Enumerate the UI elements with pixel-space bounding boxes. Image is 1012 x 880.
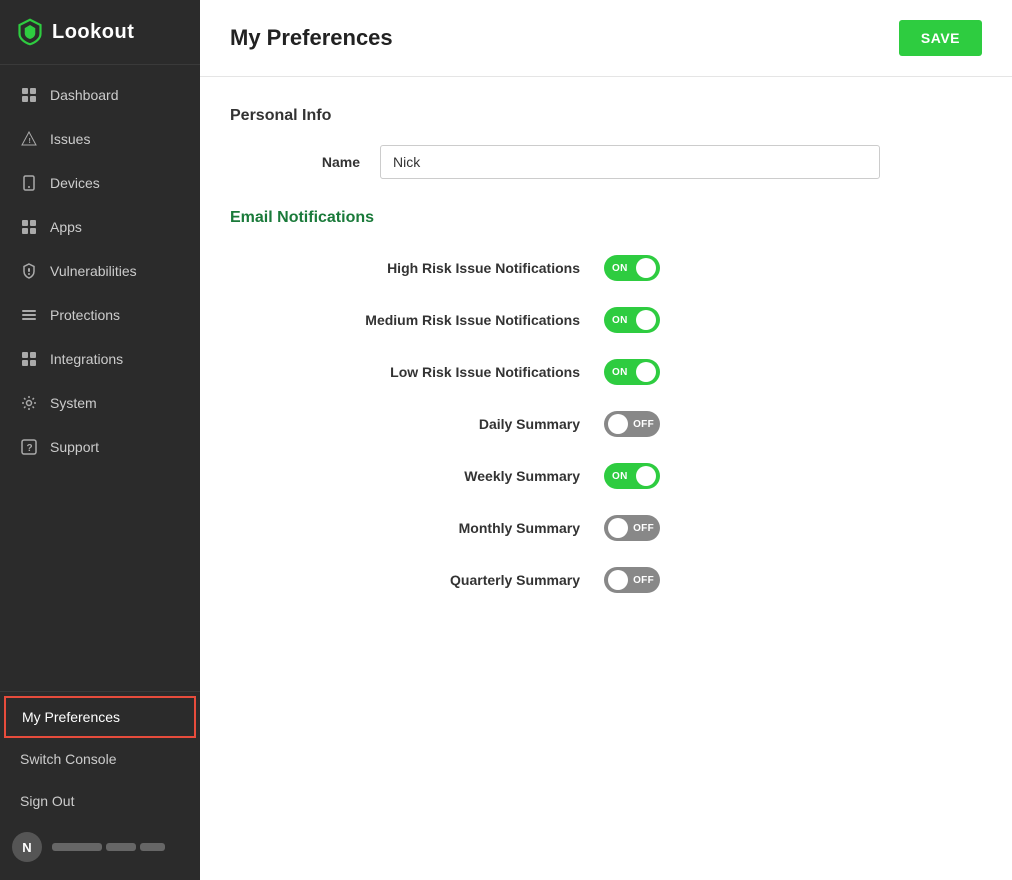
- user-avatar-row: N: [0, 822, 200, 872]
- issues-icon: !: [20, 130, 38, 148]
- switch-console-item[interactable]: Switch Console: [0, 738, 200, 780]
- notification-row-weekly-summary: Weekly Summary ON: [260, 463, 982, 489]
- name-row: Name: [260, 145, 982, 179]
- weekly-summary-toggle[interactable]: ON: [604, 463, 660, 489]
- sidebar-item-system[interactable]: System: [0, 381, 200, 425]
- quarterly-summary-label: Quarterly Summary: [260, 572, 580, 588]
- sign-out-item[interactable]: Sign Out: [0, 780, 200, 822]
- svg-text:!: !: [29, 138, 31, 145]
- low-risk-toggle-knob: [636, 362, 656, 382]
- weekly-summary-label: Weekly Summary: [260, 468, 580, 484]
- main-content: My Preferences SAVE Personal Info Name E…: [200, 0, 1012, 880]
- main-nav: Dashboard ! Issues Devices: [0, 65, 200, 691]
- main-header: My Preferences SAVE: [200, 0, 1012, 77]
- notification-row-medium-risk: Medium Risk Issue Notifications ON: [260, 307, 982, 333]
- apps-label: Apps: [50, 219, 82, 235]
- sidebar-item-apps[interactable]: Apps: [0, 205, 200, 249]
- medium-risk-label: Medium Risk Issue Notifications: [260, 312, 580, 328]
- sidebar-item-integrations[interactable]: Integrations: [0, 337, 200, 381]
- high-risk-label: High Risk Issue Notifications: [260, 260, 580, 276]
- email-notifications-section: Email Notifications High Risk Issue Noti…: [230, 209, 982, 593]
- avatar: N: [12, 832, 42, 862]
- daily-summary-toggle[interactable]: OFF: [604, 411, 660, 437]
- sidebar: Lookout Dashboard ! Issues: [0, 0, 200, 880]
- low-risk-toggle[interactable]: ON: [604, 359, 660, 385]
- integrations-label: Integrations: [50, 351, 123, 367]
- avatar-name-block: [52, 843, 102, 851]
- notification-row-high-risk: High Risk Issue Notifications ON: [260, 255, 982, 281]
- sidebar-item-vulnerabilities[interactable]: Vulnerabilities: [0, 249, 200, 293]
- my-preferences-label: My Preferences: [22, 709, 120, 725]
- avatar-extra-block: [140, 843, 165, 851]
- personal-info-section: Personal Info Name: [230, 107, 982, 179]
- name-input[interactable]: [380, 145, 880, 179]
- my-preferences-item[interactable]: My Preferences: [4, 696, 196, 738]
- page-title: My Preferences: [230, 25, 393, 51]
- support-label: Support: [50, 439, 99, 455]
- monthly-summary-toggle-knob: [608, 518, 628, 538]
- avatar-info: [52, 843, 188, 851]
- main-body: Personal Info Name Email Notifications H…: [200, 77, 1012, 649]
- low-risk-label: Low Risk Issue Notifications: [260, 364, 580, 380]
- high-risk-toggle[interactable]: ON: [604, 255, 660, 281]
- notification-row-low-risk: Low Risk Issue Notifications ON: [260, 359, 982, 385]
- dashboard-icon: [20, 86, 38, 104]
- switch-console-label: Switch Console: [20, 751, 117, 767]
- personal-info-title: Personal Info: [230, 107, 982, 125]
- integrations-icon: [20, 350, 38, 368]
- high-risk-toggle-text: ON: [612, 263, 628, 274]
- sign-out-label: Sign Out: [20, 793, 74, 809]
- email-notifications-title: Email Notifications: [230, 209, 982, 227]
- monthly-summary-toggle[interactable]: OFF: [604, 515, 660, 541]
- low-risk-toggle-text: ON: [612, 367, 628, 378]
- lookout-logo-icon: [16, 18, 44, 46]
- sidebar-item-support[interactable]: ? Support: [0, 425, 200, 469]
- protections-icon: [20, 306, 38, 324]
- medium-risk-toggle-text: ON: [612, 315, 628, 326]
- dashboard-label: Dashboard: [50, 87, 119, 103]
- medium-risk-toggle[interactable]: ON: [604, 307, 660, 333]
- avatar-detail-block: [106, 843, 136, 851]
- vulnerabilities-label: Vulnerabilities: [50, 263, 137, 279]
- sidebar-item-protections[interactable]: Protections: [0, 293, 200, 337]
- devices-label: Devices: [50, 175, 100, 191]
- sidebar-item-dashboard[interactable]: Dashboard: [0, 73, 200, 117]
- monthly-summary-toggle-text: OFF: [633, 523, 654, 534]
- protections-label: Protections: [50, 307, 120, 323]
- sidebar-item-devices[interactable]: Devices: [0, 161, 200, 205]
- quarterly-summary-toggle-knob: [608, 570, 628, 590]
- devices-icon: [20, 174, 38, 192]
- system-label: System: [50, 395, 97, 411]
- daily-summary-toggle-text: OFF: [633, 419, 654, 430]
- weekly-summary-toggle-text: ON: [612, 471, 628, 482]
- quarterly-summary-toggle[interactable]: OFF: [604, 567, 660, 593]
- medium-risk-toggle-knob: [636, 310, 656, 330]
- weekly-summary-toggle-knob: [636, 466, 656, 486]
- notification-row-quarterly-summary: Quarterly Summary OFF: [260, 567, 982, 593]
- sidebar-item-issues[interactable]: ! Issues: [0, 117, 200, 161]
- quarterly-summary-toggle-text: OFF: [633, 575, 654, 586]
- name-label: Name: [260, 154, 360, 170]
- support-icon: ?: [20, 438, 38, 456]
- issues-label: Issues: [50, 131, 90, 147]
- notification-row-monthly-summary: Monthly Summary OFF: [260, 515, 982, 541]
- daily-summary-label: Daily Summary: [260, 416, 580, 432]
- notification-row-daily-summary: Daily Summary OFF: [260, 411, 982, 437]
- apps-icon: [20, 218, 38, 236]
- svg-text:?: ?: [27, 443, 33, 454]
- logo-area: Lookout: [0, 0, 200, 65]
- vulnerabilities-icon: [20, 262, 38, 280]
- app-name: Lookout: [52, 21, 134, 44]
- save-button[interactable]: SAVE: [899, 20, 982, 56]
- monthly-summary-label: Monthly Summary: [260, 520, 580, 536]
- sidebar-bottom: My Preferences Switch Console Sign Out N: [0, 691, 200, 880]
- system-icon: [20, 394, 38, 412]
- daily-summary-toggle-knob: [608, 414, 628, 434]
- high-risk-toggle-knob: [636, 258, 656, 278]
